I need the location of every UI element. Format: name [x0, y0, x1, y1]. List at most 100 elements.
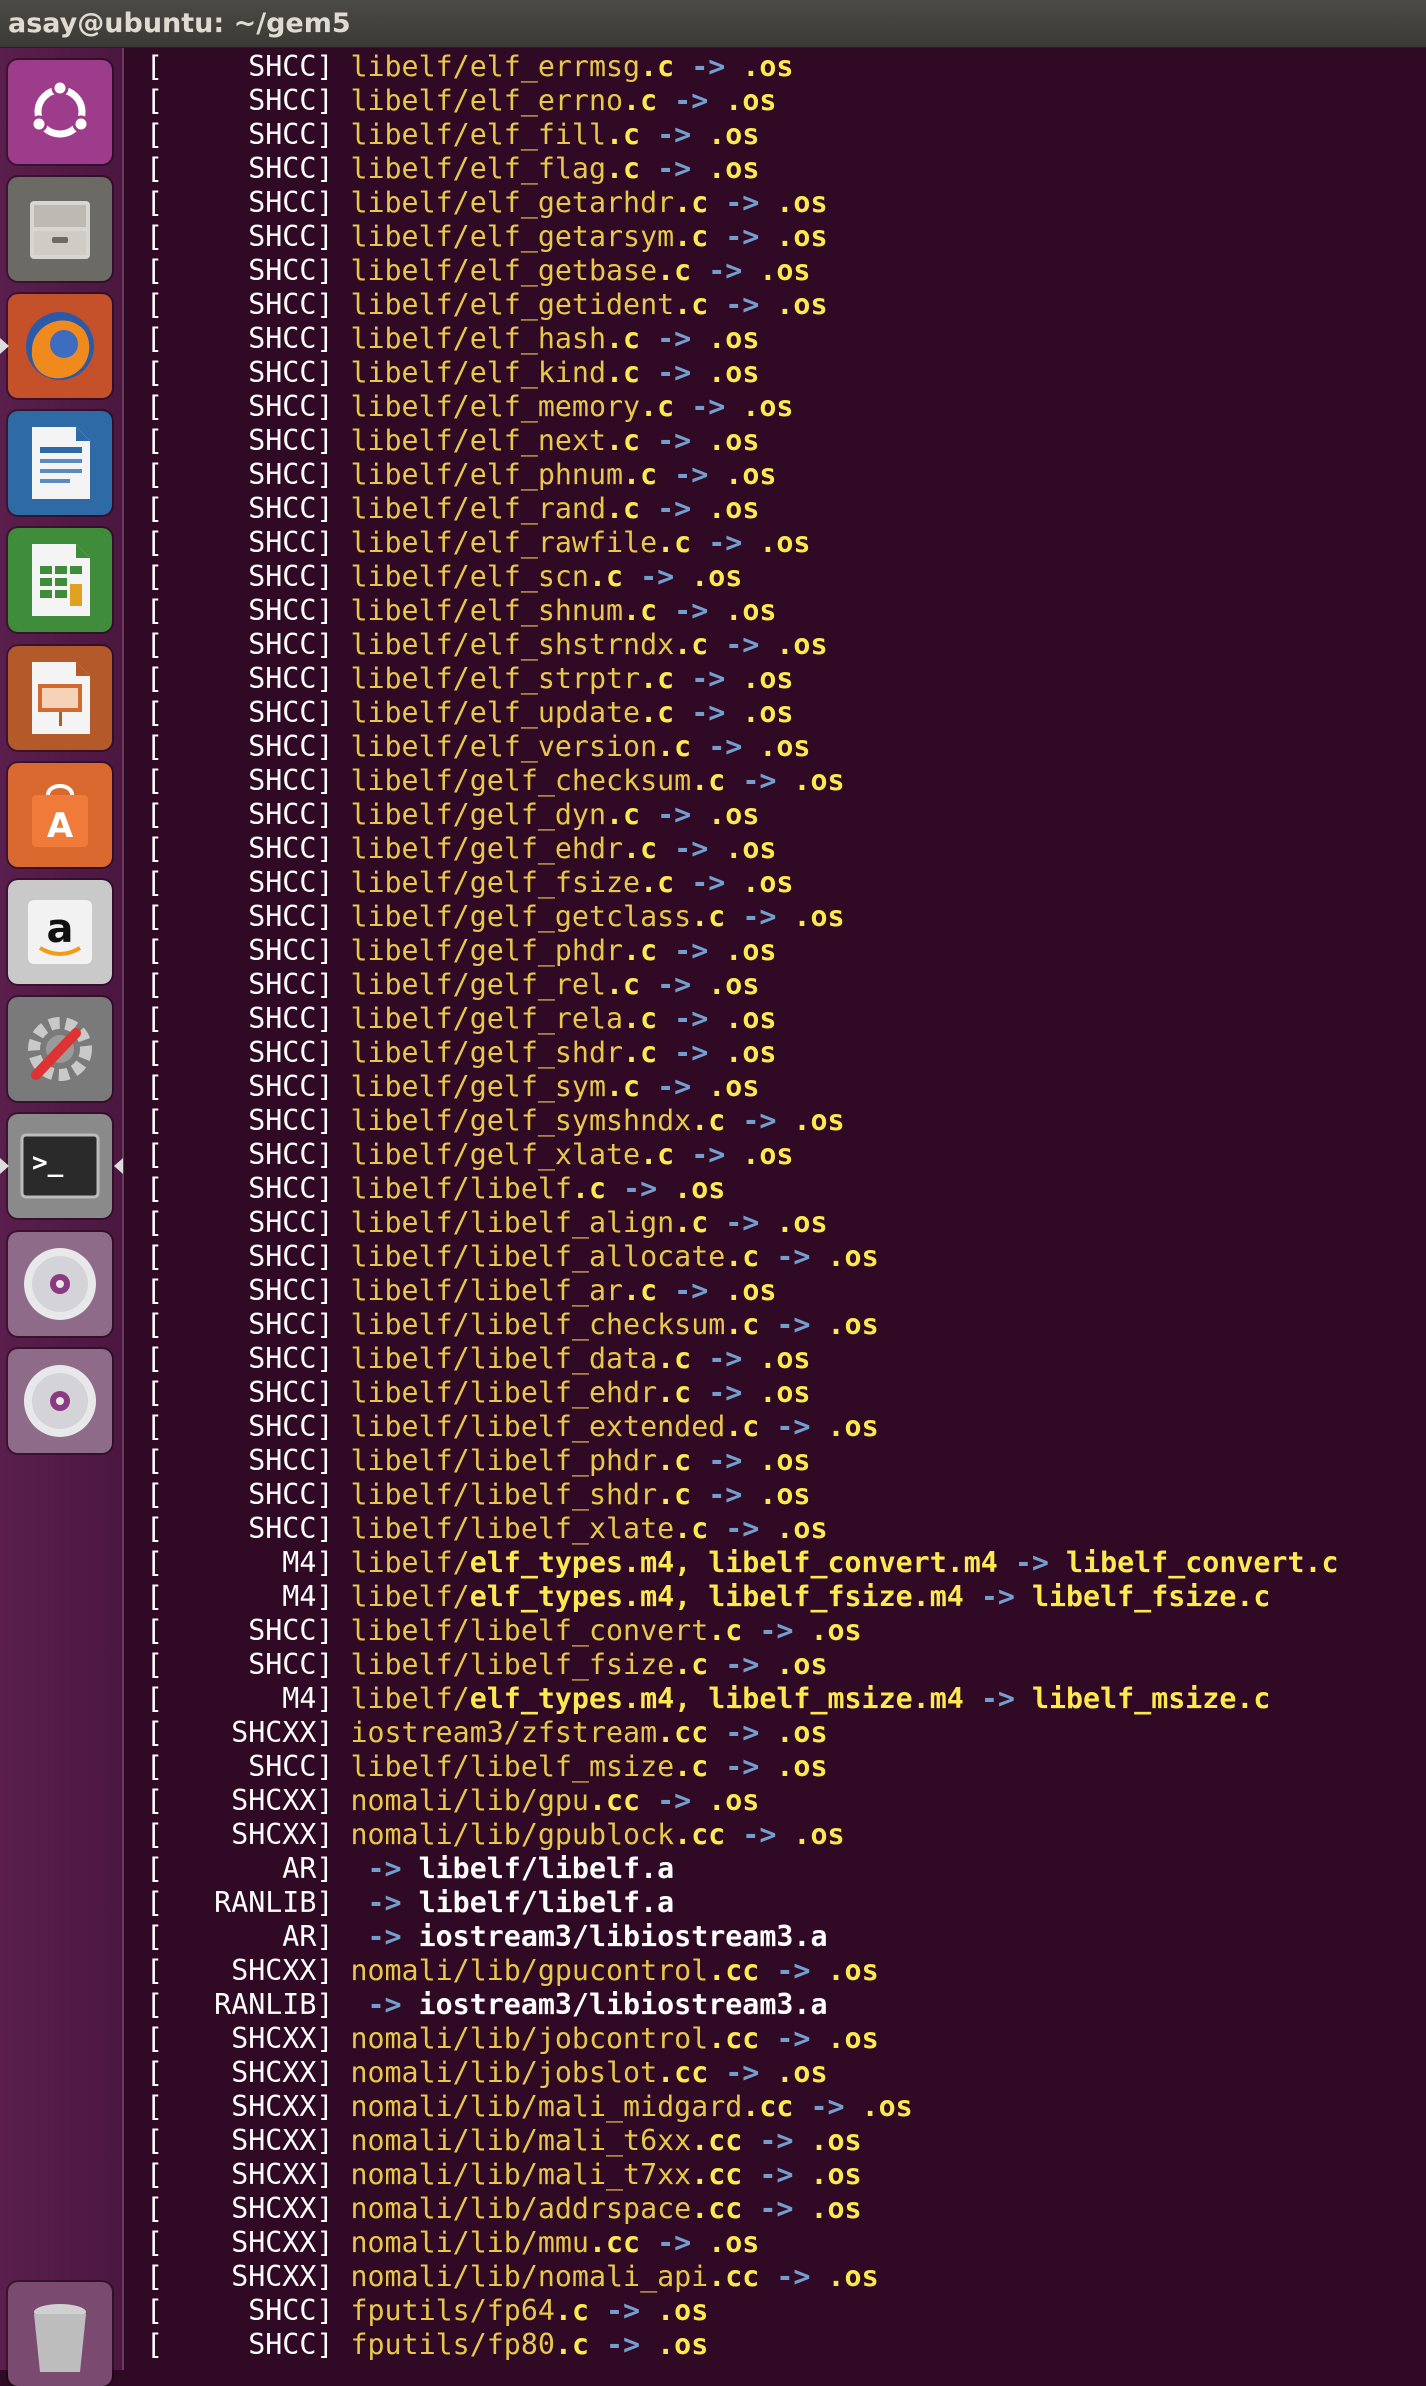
terminal-line: [ SHCC] fputils/fp80.c -> .os: [146, 2328, 1339, 2362]
system-settings-icon[interactable]: [8, 997, 112, 1101]
arrow: ->: [674, 662, 743, 695]
source-file: gelf_getclass: [469, 900, 692, 933]
terminal-line: [ SHCC] libelf/elf_getident.c -> .os: [146, 288, 1339, 322]
firefox-icon[interactable]: [8, 294, 112, 398]
build-tool: SHCC: [163, 628, 317, 661]
bracket-close: ]: [316, 1512, 351, 1545]
bracket-open: [: [146, 50, 164, 83]
source-dir: libelf/: [350, 1410, 470, 1443]
terminal-line: [ SHCC] libelf/gelf_phdr.c -> .os: [146, 934, 1339, 968]
libreoffice-impress-icon[interactable]: [8, 646, 112, 750]
build-tool: SHCC: [163, 1138, 317, 1171]
software-center-icon[interactable]: A: [8, 763, 112, 867]
bracket-close: ]: [316, 1376, 351, 1409]
bracket-close: ]: [316, 662, 351, 695]
ubuntu-dash-icon[interactable]: [8, 60, 112, 164]
libreoffice-calc-icon[interactable]: [8, 528, 112, 632]
bracket-close: ]: [316, 1478, 351, 1511]
source-ext: .c: [640, 866, 675, 899]
build-tool: SHCC: [163, 764, 317, 797]
source-ext: .c: [657, 1376, 692, 1409]
object-ext: .os: [776, 186, 828, 219]
source-ext: .c: [606, 492, 641, 525]
source-dir: nomali/lib/: [350, 1784, 538, 1817]
bracket-open: [: [146, 84, 164, 117]
files-icon[interactable]: [8, 177, 112, 281]
terminal-line: [ SHCC] libelf/libelf_extended.c -> .os: [146, 1410, 1339, 1444]
source-file: mali_t6xx: [537, 2124, 692, 2157]
build-tool: SHCC: [163, 1342, 317, 1375]
bracket-open: [: [146, 1852, 164, 1885]
window-title: asay@ubuntu: ~/gem5: [8, 8, 351, 39]
source-ext: .c: [674, 1206, 709, 1239]
object-ext: .os: [708, 152, 760, 185]
source-file: elf_getarsym: [469, 220, 675, 253]
terminal-line: [ M4] libelf/elf_types.m4, libelf_msize.…: [146, 1682, 1339, 1716]
source-ext: .c: [640, 1138, 675, 1171]
source-ext: .cc: [708, 2260, 760, 2293]
arrow: ->: [963, 1580, 1032, 1613]
bracket-open: [: [146, 1546, 164, 1579]
build-tool: SHCC: [163, 50, 317, 83]
window-title-bar[interactable]: asay@ubuntu: ~/gem5: [0, 0, 1426, 48]
source-file: libelf_ehdr: [469, 1376, 658, 1409]
build-tool: SHCC: [163, 832, 317, 865]
terminal-output[interactable]: [ SHCC] libelf/elf_errmsg.c -> .os[ SHCC…: [124, 48, 1426, 2370]
bracket-open: [: [146, 1206, 164, 1239]
bracket-open: [: [146, 560, 164, 593]
object-ext: .os: [725, 934, 777, 967]
build-tool: AR: [163, 1920, 317, 1953]
dvd-drive-icon[interactable]: [8, 1232, 112, 1336]
bracket-close: ]: [316, 492, 351, 525]
build-tool: SHCC: [163, 1614, 317, 1647]
source-dir: libelf/: [350, 1104, 470, 1137]
bracket-close: ]: [316, 560, 351, 593]
amazon-icon[interactable]: a: [8, 880, 112, 984]
dvd-drive-icon-2[interactable]: [8, 1349, 112, 1453]
output-library: iostream3/libiostream3.a: [418, 1988, 828, 2021]
bracket-open: [: [146, 730, 164, 763]
source-file: elf_strptr: [469, 662, 641, 695]
bracket-close: ]: [316, 1716, 351, 1749]
source-ext: .c: [606, 424, 641, 457]
source-dir: libelf/: [350, 526, 470, 559]
arrow: ->: [350, 1886, 419, 1919]
source-ext: .c: [691, 1104, 726, 1137]
source-file: libelf_shdr: [469, 1478, 658, 1511]
bracket-close: ]: [316, 288, 351, 321]
source-ext: .c: [640, 662, 675, 695]
source-dir: libelf/: [350, 1206, 470, 1239]
source-file: fp80: [486, 2328, 555, 2361]
source-file: elf_next: [469, 424, 607, 457]
terminal-line: [ SHCXX] nomali/lib/nomali_api.cc -> .os: [146, 2260, 1339, 2294]
source-ext: .cc: [657, 1716, 709, 1749]
source-ext: .c: [657, 254, 692, 287]
trash-icon[interactable]: [8, 2282, 112, 2386]
bracket-close: ]: [316, 1070, 351, 1103]
arrow: ->: [657, 1274, 726, 1307]
terminal-icon[interactable]: >_: [8, 1114, 112, 1218]
build-tool: SHCC: [163, 288, 317, 321]
bracket-open: [: [146, 1342, 164, 1375]
source-file: gpu: [537, 1784, 589, 1817]
bracket-open: [: [146, 152, 164, 185]
source-ext: .c: [691, 764, 726, 797]
arrow: ->: [997, 1546, 1066, 1579]
source-file: jobcontrol: [537, 2022, 709, 2055]
source-file: elf_memory: [469, 390, 641, 423]
arrow: ->: [725, 764, 794, 797]
terminal-line: [ SHCC] libelf/elf_version.c -> .os: [146, 730, 1339, 764]
libreoffice-writer-icon[interactable]: [8, 411, 112, 515]
source-file: gelf_rel: [469, 968, 607, 1001]
arrow: ->: [708, 220, 777, 253]
arrow: ->: [691, 254, 760, 287]
source-ext: .c: [623, 84, 658, 117]
terminal-line: [ SHCXX] nomali/lib/mmu.cc -> .os: [146, 2226, 1339, 2260]
source-file: elf_rawfile: [469, 526, 658, 559]
bracket-close: ]: [316, 2294, 351, 2327]
source-ext: .cc: [708, 2022, 760, 2055]
build-tool: AR: [163, 1852, 317, 1885]
bracket-close: ]: [316, 866, 351, 899]
bracket-open: [: [146, 458, 164, 491]
bracket-open: [: [146, 1478, 164, 1511]
